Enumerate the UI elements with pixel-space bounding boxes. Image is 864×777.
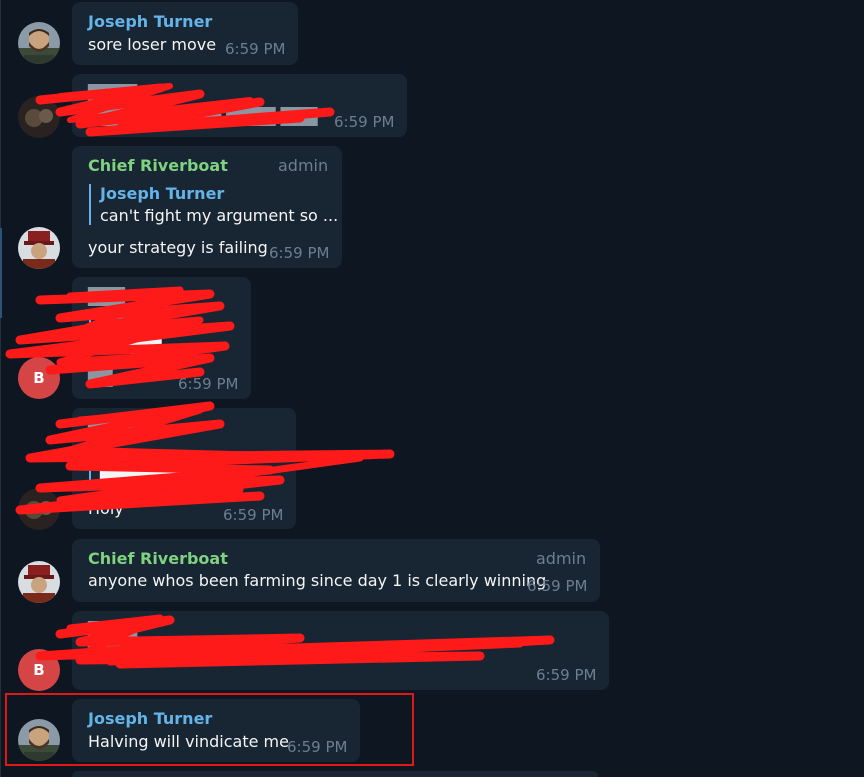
message-time: 6:59 PM — [178, 375, 239, 393]
redacted-name: ████ — [88, 84, 138, 103]
message-time: 6:59 PM — [527, 577, 588, 595]
redacted-name: ███ — [88, 287, 125, 306]
redacted-name: ████ — [88, 621, 138, 640]
message-text: Holy — [88, 499, 124, 518]
avatar-joseph-turner[interactable] — [18, 719, 60, 761]
redacted-name: ████ — [88, 418, 138, 437]
message-time: 6:59 PM — [536, 666, 597, 684]
message-text: sore loser move — [88, 35, 217, 54]
sender-name[interactable]: Joseph Turner — [88, 12, 212, 31]
quote-text: can't fight my argument so ... — [100, 206, 339, 225]
admin-badge: admin — [278, 156, 329, 175]
chat-scroll-accent — [0, 228, 2, 318]
message-time: 6:59 PM — [334, 113, 395, 131]
avatar-redacted-user[interactable] — [18, 488, 60, 530]
message-text: of — [212, 643, 228, 662]
sender-name[interactable]: Joseph Turner — [88, 709, 212, 728]
redacted-text: ██ — [88, 368, 113, 387]
avatar-joseph-turner[interactable] — [18, 22, 60, 64]
redacted-text: ███ ███ ████ ████ ███ — [88, 107, 318, 126]
sender-name[interactable]: Chief Riverboat — [88, 549, 228, 568]
message-text: your strategy is failing — [88, 238, 268, 257]
reply-quote[interactable]: Joseph Turner █████████ — [89, 446, 224, 487]
redacted-text-before: ███████████ — [88, 643, 224, 662]
avatar-chief-riverboat[interactable] — [18, 227, 60, 269]
chat-message-list[interactable]: Joseph Turner sore loser move 6:59 PM ██… — [0, 0, 864, 777]
message-text: Halving will vindicate me — [88, 732, 289, 751]
quote-text: █████ — [100, 335, 162, 354]
admin-badge: admin — [536, 549, 587, 568]
next-message-bubble[interactable] — [72, 771, 598, 777]
message-time: 6:59 PM — [225, 40, 286, 58]
message-text: anyone whos been farming since day 1 is … — [88, 571, 547, 590]
message-time: 6:59 PM — [223, 506, 284, 524]
reply-quote[interactable]: ████ █████ — [89, 313, 162, 354]
message-time: 6:59 PM — [269, 244, 330, 262]
reply-quote[interactable]: Joseph Turner can't fight my argument so… — [89, 184, 338, 225]
avatar-letter-b[interactable]: B — [18, 357, 60, 399]
quote-sender-name: Joseph Turner — [100, 184, 225, 203]
sender-name[interactable]: Chief Riverboat — [88, 156, 228, 175]
quote-sender-name: Joseph Turner — [100, 446, 225, 465]
avatar-redacted-user[interactable] — [18, 96, 60, 138]
avatar-letter-b[interactable]: B — [18, 649, 60, 691]
message-time: 6:59 PM — [287, 738, 348, 756]
chat-left-border — [0, 0, 1, 777]
avatar-chief-riverboat[interactable] — [18, 561, 60, 603]
quote-text: █████████ — [100, 468, 211, 487]
quote-sender-name: ████ — [100, 313, 150, 332]
